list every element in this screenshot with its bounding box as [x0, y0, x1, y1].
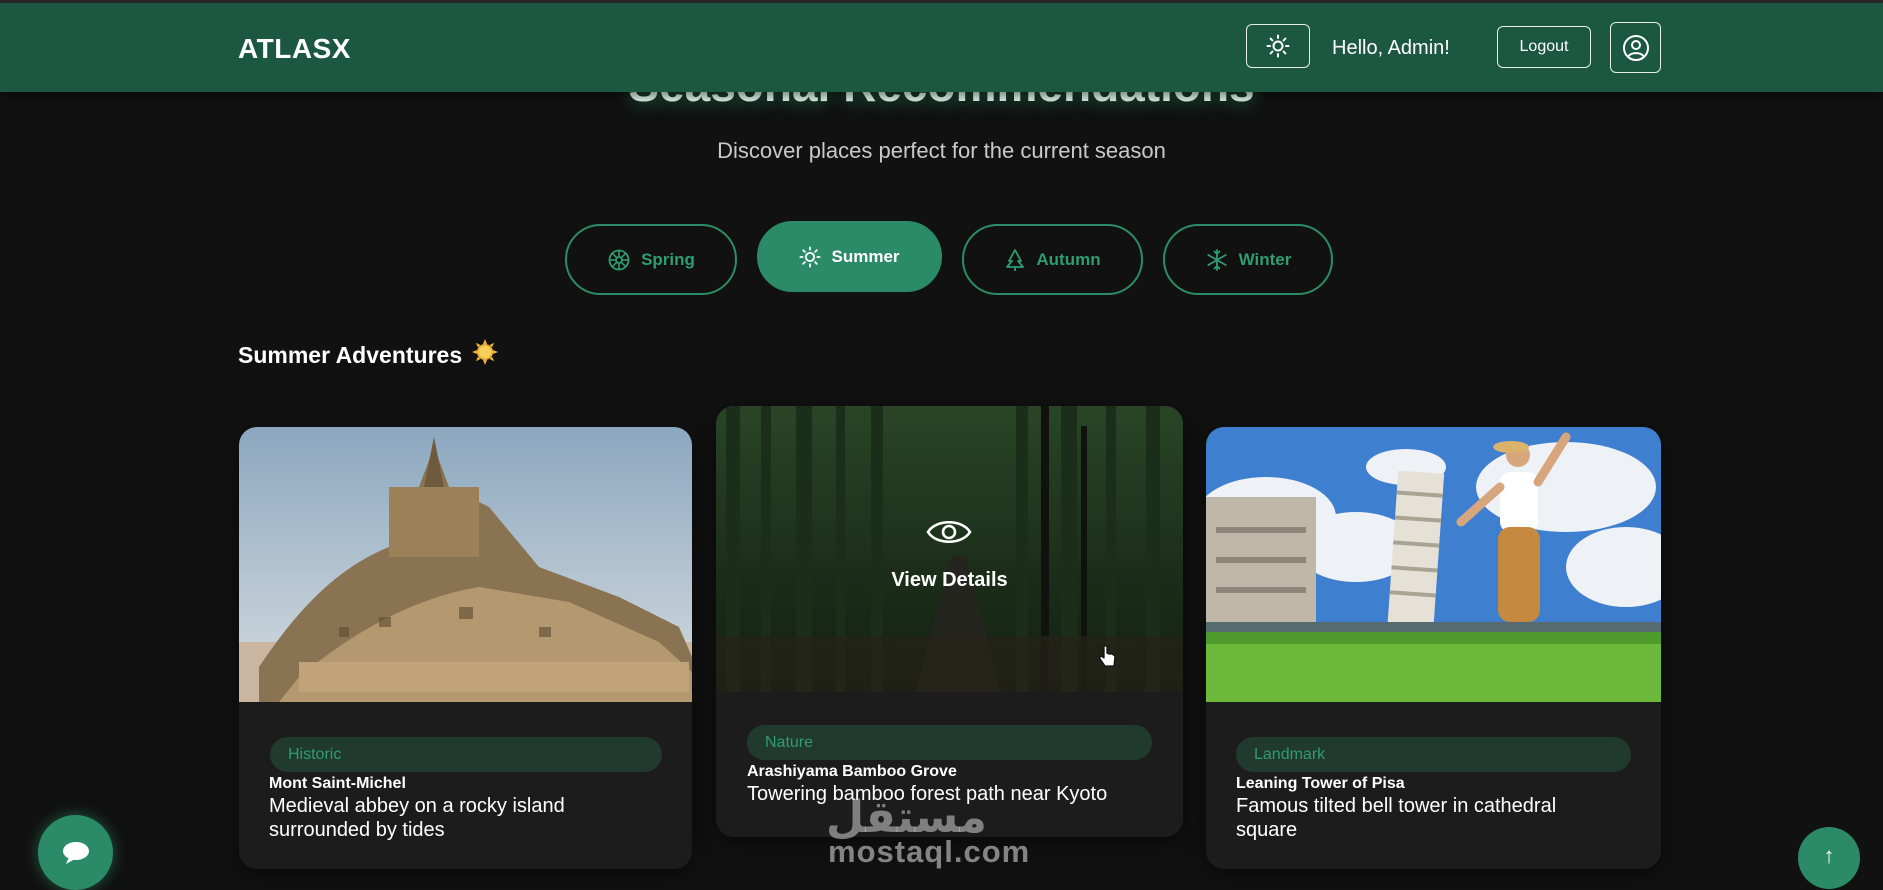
chat-button[interactable]: [38, 815, 113, 890]
user-circle-icon: [1622, 34, 1649, 61]
snowflake-icon: [1207, 248, 1227, 271]
navbar: ATLASX Hello, Admin! Logout: [0, 3, 1883, 92]
section-title: Summer Adventures: [238, 341, 463, 368]
season-tab-summer[interactable]: Summer: [757, 221, 942, 292]
place-description: Famous tilted bell tower in cathedral sq…: [1236, 794, 1556, 842]
logout-button[interactable]: Logout: [1497, 26, 1591, 68]
category-tag: Nature: [747, 725, 1152, 760]
category-tag: Landmark: [1236, 737, 1631, 772]
description-line: Medieval abbey on a rocky island: [269, 795, 565, 817]
category-tag: Historic: [270, 737, 662, 772]
destination-card-leaning-tower[interactable]: Landmark Leaning Tower of Pisa Famous ti…: [1206, 427, 1661, 869]
tree-icon: [1006, 248, 1025, 271]
scroll-to-top-button[interactable]: ↑: [1798, 827, 1860, 889]
section-heading: Summer Adventures: [238, 339, 499, 371]
sun-icon: [799, 245, 822, 268]
profile-button[interactable]: [1610, 22, 1661, 73]
place-name: Mont Saint-Michel: [269, 775, 406, 792]
description-line: surrounded by tides: [269, 819, 445, 841]
mouse-cursor-icon: [1098, 645, 1116, 667]
season-label: Summer: [831, 246, 900, 266]
user-greeting: Hello, Admin!: [1332, 37, 1450, 59]
season-tab-spring[interactable]: Spring: [565, 224, 737, 295]
season-label: Winter: [1238, 249, 1292, 269]
place-name: Leaning Tower of Pisa: [1236, 775, 1405, 792]
brand-logo[interactable]: ATLASX: [238, 33, 351, 65]
flower-icon: [608, 249, 630, 270]
sun-emoji-icon: [472, 339, 499, 371]
destination-image: [239, 427, 692, 702]
destination-card-mont-saint-michel[interactable]: Historic Mont Saint-Michel Medieval abbe…: [239, 427, 692, 869]
page-subtitle: Discover places perfect for the current …: [717, 138, 1166, 163]
season-tab-autumn[interactable]: Autumn: [962, 224, 1143, 295]
theme-toggle-button[interactable]: [1246, 24, 1310, 68]
place-description: Medieval abbey on a rocky island surroun…: [269, 794, 565, 842]
view-details-label[interactable]: View Details: [716, 569, 1183, 592]
description-line: Famous tilted bell tower in cathedral: [1236, 795, 1557, 817]
destination-image: [1206, 427, 1661, 702]
season-tab-winter[interactable]: Winter: [1163, 224, 1333, 295]
season-label: Spring: [641, 249, 695, 269]
sun-icon: [1266, 34, 1290, 58]
chat-bubble-icon: [62, 841, 89, 864]
destination-card-arashiyama[interactable]: View Details Nature Arashiyama Bamboo Gr…: [716, 406, 1183, 837]
season-label: Autumn: [1036, 249, 1101, 269]
description-line: square: [1236, 819, 1298, 841]
place-name: Arashiyama Bamboo Grove: [747, 763, 957, 780]
watermark-text: mostaql.com: [828, 834, 1031, 869]
